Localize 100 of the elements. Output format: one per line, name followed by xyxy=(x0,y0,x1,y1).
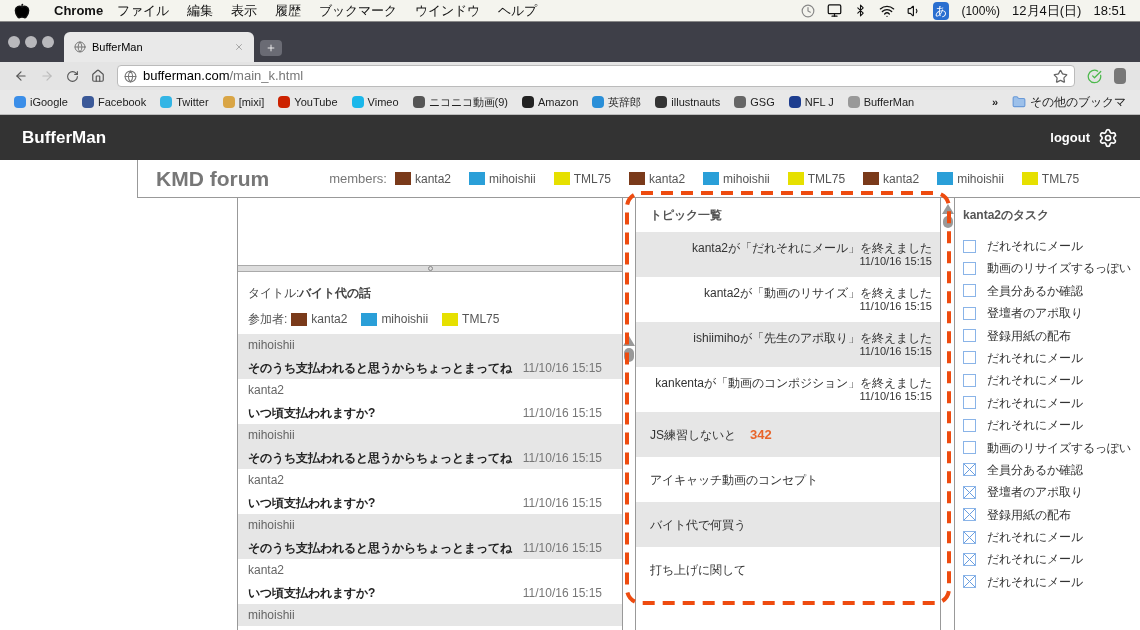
topic-row[interactable]: バイト代で何買う xyxy=(636,502,940,547)
task-label: 登壇者のアポ取り xyxy=(987,305,1083,323)
checkbox[interactable] xyxy=(963,508,976,522)
member-name[interactable]: mihoishii xyxy=(723,169,770,188)
monitor-icon[interactable] xyxy=(827,3,843,18)
checkbox[interactable] xyxy=(963,329,976,343)
new-tab-button[interactable] xyxy=(260,40,282,56)
bookmark-folder[interactable]: その他のブックマ xyxy=(1030,93,1126,111)
window-control[interactable] xyxy=(25,36,37,48)
checkbox[interactable] xyxy=(963,441,976,454)
menu-item[interactable]: ブックマーク xyxy=(319,0,398,21)
bookmark-link[interactable]: [mixi] xyxy=(222,93,265,111)
bookmark-link[interactable]: NFL J xyxy=(788,93,834,111)
bookmark-link[interactable]: Amazon xyxy=(522,93,579,111)
home-icon[interactable] xyxy=(91,69,105,83)
bookmark-link[interactable]: 英辞郎 xyxy=(592,93,642,111)
message-text: いつ頃支払われますか? xyxy=(248,584,376,602)
menu-item[interactable]: ファイル xyxy=(117,0,170,21)
notification-text: kankentaが「動画のコンポジション」を終えました xyxy=(655,376,932,390)
more-bookmarks-button[interactable]: » xyxy=(991,93,998,111)
extension-icon[interactable] xyxy=(1114,68,1126,84)
window-control[interactable] xyxy=(42,36,54,48)
member-name[interactable]: mihoishii xyxy=(489,169,536,188)
task-label: 全員分あるか確認 xyxy=(987,282,1083,300)
checkbox[interactable] xyxy=(963,530,976,544)
bookmark-link[interactable]: GSG xyxy=(734,93,775,111)
menu-item[interactable]: ヘルプ xyxy=(498,0,538,21)
notification-time: 11/10/16 15:15 xyxy=(859,299,932,313)
battery-status[interactable]: (100%) xyxy=(961,1,1001,20)
bookmark-link[interactable]: Twitter xyxy=(160,93,209,111)
task-label: 登録用紙の配布 xyxy=(987,506,1071,524)
back-icon[interactable] xyxy=(14,69,28,83)
checkbox[interactable] xyxy=(963,261,976,275)
panel-title: トピック一覧 xyxy=(650,207,722,224)
checkbox[interactable] xyxy=(963,239,976,253)
reload-icon[interactable] xyxy=(66,69,79,83)
member-name[interactable]: kanta2 xyxy=(311,310,348,328)
bookmark-link[interactable]: Facebook xyxy=(81,93,147,111)
checkbox[interactable] xyxy=(963,284,976,298)
member-name[interactable]: TML75 xyxy=(573,169,612,188)
member-name[interactable]: mihoishii xyxy=(381,310,429,328)
notification-row[interactable]: ishiimihoが「先生のアポ取り」を終えました 11/10/16 15:15 xyxy=(636,322,940,367)
menu-item[interactable]: 編集 xyxy=(187,0,214,21)
bookmark-link[interactable]: ニコニコ動画(9) xyxy=(412,93,508,111)
browser-tab[interactable]: BufferMan xyxy=(64,32,254,62)
logout-link[interactable]: logout xyxy=(1050,127,1090,148)
message-author: kanta2 xyxy=(248,562,286,579)
member-name[interactable]: TML75 xyxy=(1041,169,1080,188)
plus-icon xyxy=(266,43,276,53)
members-label: members: xyxy=(329,169,387,188)
menu-item[interactable]: 履歴 xyxy=(275,0,302,21)
menu-item[interactable]: 表示 xyxy=(231,0,258,21)
task-label: 動画のリサイズするっぽい xyxy=(987,260,1131,278)
scrollbar[interactable] xyxy=(940,198,955,630)
menu-item[interactable]: ウインドウ xyxy=(415,0,481,21)
member-name[interactable]: TML75 xyxy=(807,169,846,188)
split-handle[interactable] xyxy=(238,265,622,272)
bookmark-link[interactable]: BufferMan xyxy=(847,93,915,111)
close-icon[interactable] xyxy=(234,42,244,52)
checkbox[interactable] xyxy=(963,463,976,477)
apple-icon[interactable] xyxy=(14,2,30,19)
checkbox[interactable] xyxy=(963,418,976,432)
topic-row[interactable]: JS練習しないと 342 xyxy=(636,412,940,457)
bookmark-link[interactable]: YouTube xyxy=(278,93,338,111)
checkbox[interactable] xyxy=(963,396,976,410)
message-text: いつ頃支払われますか? xyxy=(248,404,376,422)
window-control[interactable] xyxy=(8,36,20,48)
member-name[interactable]: TML75 xyxy=(462,310,500,328)
checkbox[interactable] xyxy=(963,485,976,499)
member-name[interactable]: kanta2 xyxy=(649,169,686,188)
menu-time: 18:51 xyxy=(1093,1,1126,20)
star-icon[interactable] xyxy=(1053,68,1068,84)
notification-text: kanta2が「動画のリサイズ」を終えました xyxy=(703,286,932,300)
checkbox[interactable] xyxy=(963,575,976,589)
message-author: mihoishii xyxy=(248,607,296,624)
bookmark-link[interactable]: Vimeo xyxy=(351,93,399,111)
member-name[interactable]: mihoishii xyxy=(957,169,1004,188)
checkbox[interactable] xyxy=(963,351,976,365)
bookmark-link[interactable]: iGoogle xyxy=(14,93,68,111)
menu-item[interactable]: Chrome xyxy=(54,0,104,21)
input-method-icon[interactable]: あ xyxy=(933,1,950,20)
member-name[interactable]: kanta2 xyxy=(414,169,451,188)
clock-icon[interactable] xyxy=(801,3,816,18)
address-text: bufferman.com/main_k.html xyxy=(143,67,304,86)
extension-icon[interactable] xyxy=(1087,68,1102,84)
message-author: kanta2 xyxy=(248,472,286,489)
address-bar[interactable]: bufferman.com/main_k.html xyxy=(117,65,1075,87)
checkbox[interactable] xyxy=(963,306,976,320)
bookmark-link[interactable]: illustnauts xyxy=(655,93,721,111)
notification-row[interactable]: kanta2が「だれそれにメール」を終えました 11/10/16 15:15 xyxy=(636,232,940,277)
forward-icon[interactable] xyxy=(40,69,54,83)
checkbox[interactable] xyxy=(963,373,976,387)
topic-title: バイト代で何買う xyxy=(650,516,746,534)
notification-time: 11/10/16 15:15 xyxy=(859,254,932,268)
topic-count: 342 xyxy=(750,425,772,444)
thread-title: タイトル:バイト代の話 xyxy=(248,286,372,300)
message-time: 11/10/16 15:15 xyxy=(522,404,602,422)
member-name[interactable]: kanta2 xyxy=(883,169,920,188)
checkbox[interactable] xyxy=(963,552,976,566)
settings-icon[interactable] xyxy=(1098,127,1118,148)
